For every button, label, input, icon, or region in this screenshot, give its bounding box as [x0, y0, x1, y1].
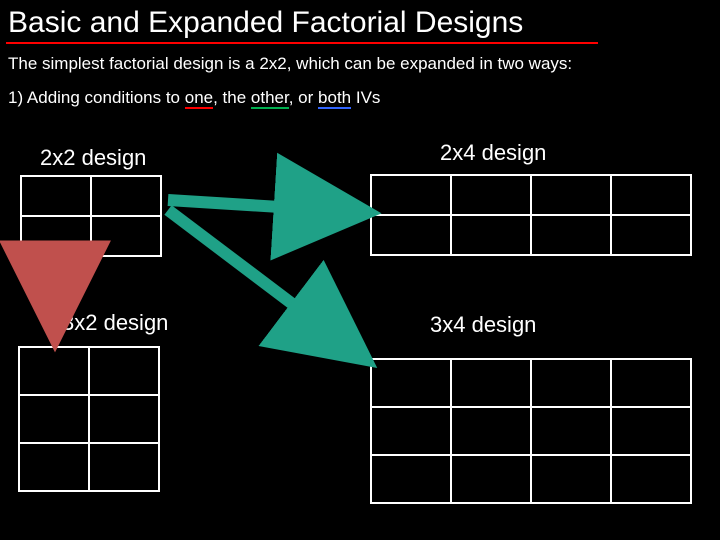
grid-cell	[451, 407, 531, 455]
line1-prefix: 1) Adding conditions to	[8, 88, 185, 107]
grid-cell	[451, 359, 531, 407]
grid-cell	[611, 175, 691, 215]
line1-sep2: , or	[289, 88, 318, 107]
grid-cell	[531, 455, 611, 503]
grid-cell	[451, 455, 531, 503]
grid-cell	[91, 176, 161, 216]
arrow-to-2x4	[168, 200, 360, 212]
word-one: one	[185, 88, 213, 109]
grid-cell	[371, 407, 451, 455]
line1-suffix: IVs	[351, 88, 380, 107]
grid-2x4	[370, 174, 692, 256]
line1-sep1: , the	[213, 88, 251, 107]
grid-cell	[371, 175, 451, 215]
grid-cell	[611, 455, 691, 503]
grid-cell	[89, 395, 159, 443]
label-2x4: 2x4 design	[440, 140, 546, 166]
grid-cell	[371, 359, 451, 407]
subtitle-text: The simplest factorial design is a 2x2, …	[0, 52, 720, 84]
grid-cell	[19, 395, 89, 443]
label-3x2: 3x2 design	[62, 310, 168, 336]
grid-cell	[21, 176, 91, 216]
grid-3x4	[370, 358, 692, 504]
word-both: both	[318, 88, 351, 109]
grid-cell	[531, 407, 611, 455]
grid-cell	[91, 216, 161, 256]
grid-cell	[371, 455, 451, 503]
grid-cell	[89, 443, 159, 491]
grid-cell	[89, 347, 159, 395]
label-3x4: 3x4 design	[430, 312, 536, 338]
grid-cell	[611, 407, 691, 455]
page-title: Basic and Expanded Factorial Designs	[0, 0, 720, 42]
grid-cell	[611, 215, 691, 255]
grid-cell	[531, 215, 611, 255]
grid-cell	[451, 215, 531, 255]
label-2x2: 2x2 design	[40, 145, 146, 171]
expansion-line: 1) Adding conditions to one, the other, …	[0, 84, 720, 116]
grid-2x2	[20, 175, 162, 257]
grid-cell	[611, 359, 691, 407]
grid-cell	[19, 443, 89, 491]
grid-cell	[531, 359, 611, 407]
grid-cell	[531, 175, 611, 215]
grid-cell	[451, 175, 531, 215]
title-underline	[6, 42, 598, 44]
arrow-to-3x4	[168, 210, 360, 355]
grid-cell	[371, 215, 451, 255]
grid-cell	[21, 216, 91, 256]
word-other: other	[251, 88, 289, 109]
grid-3x2	[18, 346, 160, 492]
grid-cell	[19, 347, 89, 395]
